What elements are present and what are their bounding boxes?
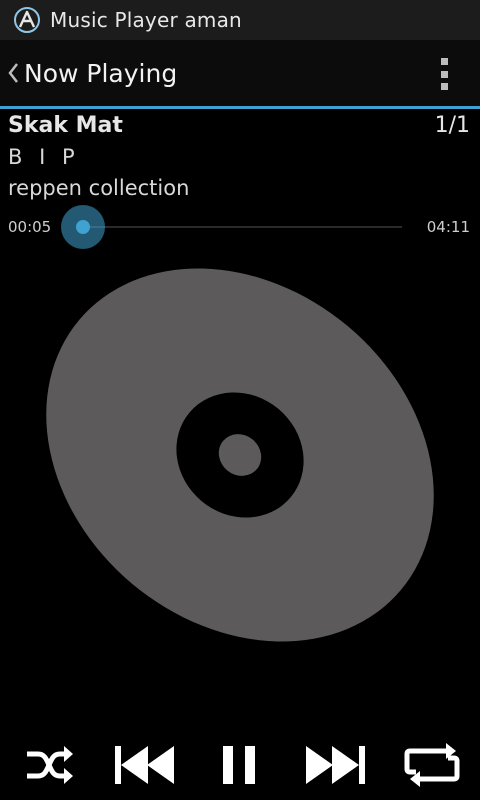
- menu-dot: [440, 70, 448, 78]
- track-index: 1/1: [434, 113, 470, 138]
- page-title: Now Playing: [24, 58, 178, 88]
- app-title: Music Player aman: [50, 8, 242, 32]
- shuffle-icon[interactable]: [24, 738, 74, 792]
- menu-dot: [440, 58, 448, 65]
- overflow-menu-icon[interactable]: [438, 58, 450, 90]
- back-button[interactable]: Now Playing: [0, 40, 177, 106]
- now-playing-screen: Music Player aman Now Playing Skak Mat 1…: [0, 0, 480, 800]
- chevron-left-icon: [8, 63, 18, 83]
- track-artist: B I P: [8, 145, 80, 169]
- disc-icon: [46, 268, 434, 642]
- app-logo-icon: [14, 7, 40, 33]
- seek-thumb-core: [76, 220, 90, 234]
- seek-bar[interactable]: [82, 226, 402, 228]
- playback-controls: [0, 730, 480, 800]
- action-bar: Now Playing: [0, 40, 480, 106]
- elapsed-time: 00:05: [8, 218, 52, 236]
- skip-next-icon[interactable]: [304, 738, 368, 792]
- menu-dot: [440, 83, 448, 90]
- skip-previous-icon[interactable]: [112, 738, 176, 792]
- repeat-icon[interactable]: [404, 738, 460, 792]
- title-bar: Music Player aman: [0, 0, 480, 40]
- seek-thumb[interactable]: [61, 205, 105, 249]
- total-time: 04:11: [426, 218, 470, 236]
- pause-icon[interactable]: [218, 738, 262, 792]
- track-album: reppen collection: [8, 176, 190, 200]
- accent-divider: [0, 106, 480, 109]
- track-title: Skak Mat: [8, 113, 123, 138]
